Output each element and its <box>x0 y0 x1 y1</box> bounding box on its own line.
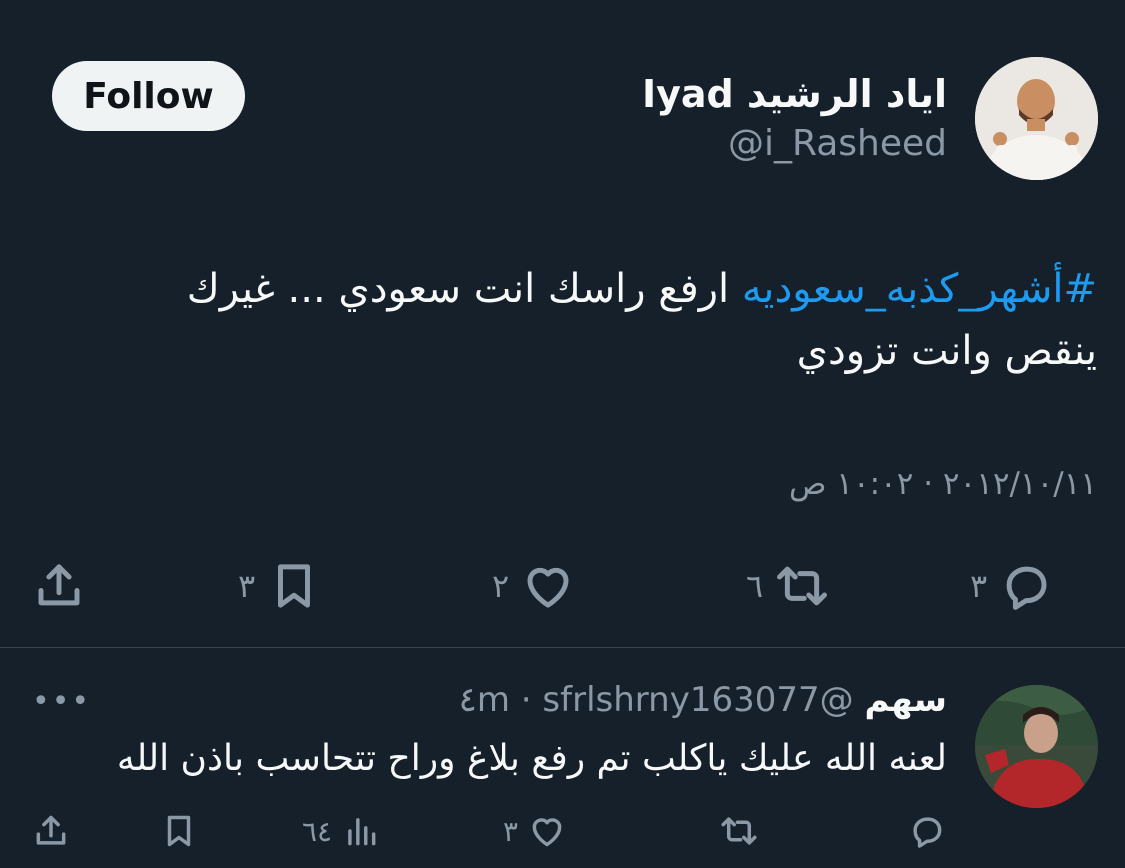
reply-share-action[interactable] <box>32 808 70 854</box>
author-handle[interactable]: @i_Rasheed <box>728 123 947 164</box>
like-action[interactable]: ٢ <box>492 556 575 616</box>
reply-icon <box>1006 566 1047 610</box>
reply-like-action[interactable]: ٣ <box>503 808 566 854</box>
author-avatar[interactable] <box>975 57 1098 180</box>
views-icon <box>348 818 376 846</box>
share-icon <box>38 564 80 606</box>
reply-header: سهم @sfrlshrny163077 · ٤m <box>459 680 947 720</box>
reply-views-count: ٦٤ <box>302 814 333 848</box>
retweet-icon <box>777 566 828 606</box>
bookmark-icon <box>167 815 191 847</box>
reply-reply-action[interactable] <box>908 808 946 854</box>
like-icon <box>532 818 562 847</box>
tweet-timestamp[interactable]: ٢٠١٢/١٠/١١ · ١٠:٠٢ ص <box>789 466 1097 502</box>
reply-views-action[interactable]: ٦٤ <box>302 808 380 854</box>
divider <box>0 647 1125 648</box>
reply-like-count: ٣ <box>503 814 519 848</box>
share-action[interactable] <box>32 556 86 616</box>
retweet-icon <box>721 817 757 845</box>
retweet-count: ٦ <box>746 567 764 605</box>
bookmark-action[interactable]: ٣ <box>238 556 321 616</box>
share-icon <box>36 815 66 845</box>
bookmark-count: ٣ <box>238 567 256 605</box>
tweet-text: #أشهر_كذبه_سعوديه ارفع راسك انت سعودي ..… <box>87 258 1097 382</box>
reply-text: لعنه الله عليك ياكلب تم رفع بلاغ وراح تت… <box>116 738 947 779</box>
reply-action[interactable]: ٣ <box>970 556 1053 616</box>
like-count: ٢ <box>492 567 510 605</box>
more-icon[interactable]: ••• <box>32 684 91 719</box>
retweet-action[interactable]: ٦ <box>746 556 829 616</box>
reply-count: ٣ <box>970 567 988 605</box>
reply-retweet-action[interactable] <box>720 808 758 854</box>
reply-icon <box>913 817 942 848</box>
like-icon <box>527 567 569 608</box>
reply-avatar[interactable] <box>975 685 1098 808</box>
reply-author-name[interactable]: سهم <box>864 680 947 720</box>
follow-button[interactable]: Follow <box>52 61 245 131</box>
author-name[interactable]: اياد الرشيد Iyad <box>642 72 947 116</box>
reply-author-meta[interactable]: @sfrlshrny163077 · ٤m <box>459 680 854 720</box>
reply-bookmark-action[interactable] <box>160 808 198 854</box>
bookmark-icon <box>278 564 311 608</box>
hashtag-link[interactable]: #أشهر_كذبه_سعوديه <box>742 266 1097 312</box>
